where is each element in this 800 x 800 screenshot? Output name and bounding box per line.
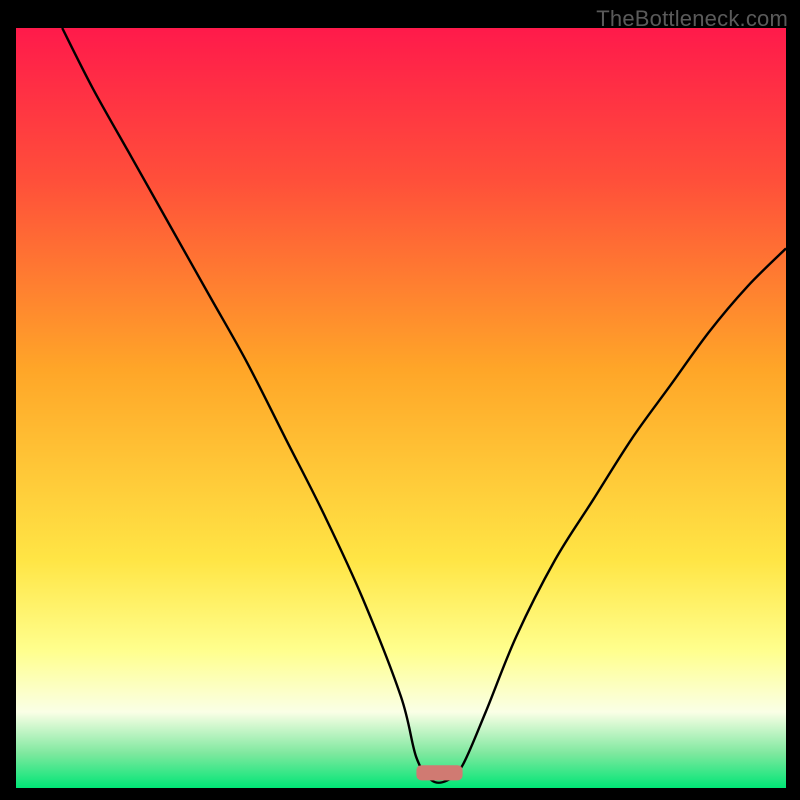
watermark-text: TheBottleneck.com: [596, 6, 788, 32]
chart-frame: TheBottleneck.com: [0, 0, 800, 800]
plot-area: [16, 28, 786, 788]
gradient-background: [16, 28, 786, 788]
chart-svg: [16, 28, 786, 788]
minimum-marker: [416, 765, 462, 780]
